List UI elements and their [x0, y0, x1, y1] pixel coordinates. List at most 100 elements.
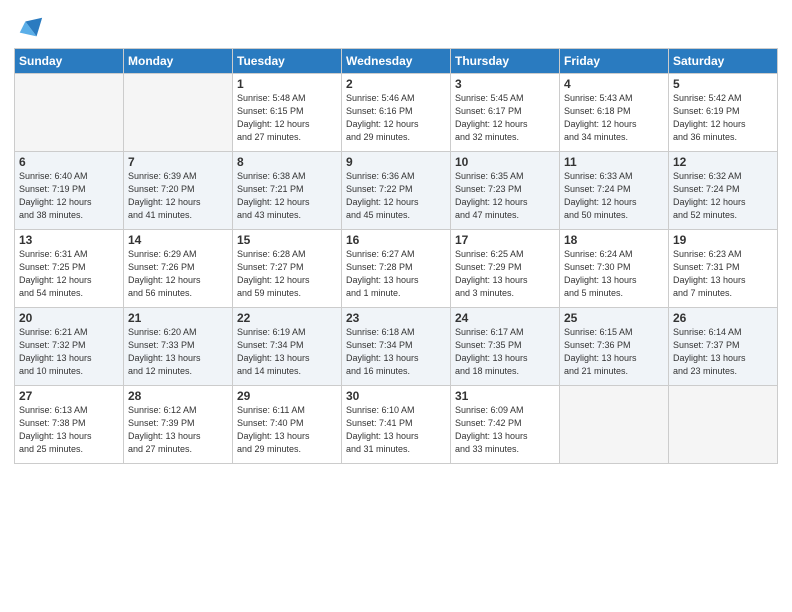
calendar-cell: 17Sunrise: 6:25 AM Sunset: 7:29 PM Dayli…: [451, 230, 560, 308]
day-info: Sunrise: 6:21 AM Sunset: 7:32 PM Dayligh…: [19, 326, 119, 378]
calendar-cell: 26Sunrise: 6:14 AM Sunset: 7:37 PM Dayli…: [669, 308, 778, 386]
calendar-week-row: 13Sunrise: 6:31 AM Sunset: 7:25 PM Dayli…: [15, 230, 778, 308]
day-number: 11: [564, 155, 664, 169]
day-number: 16: [346, 233, 446, 247]
calendar-cell: 25Sunrise: 6:15 AM Sunset: 7:36 PM Dayli…: [560, 308, 669, 386]
logo: [14, 14, 44, 42]
day-number: 21: [128, 311, 228, 325]
day-number: 9: [346, 155, 446, 169]
day-number: 1: [237, 77, 337, 91]
day-number: 2: [346, 77, 446, 91]
day-info: Sunrise: 6:24 AM Sunset: 7:30 PM Dayligh…: [564, 248, 664, 300]
calendar-cell: [560, 386, 669, 464]
day-info: Sunrise: 6:25 AM Sunset: 7:29 PM Dayligh…: [455, 248, 555, 300]
calendar-table: SundayMondayTuesdayWednesdayThursdayFrid…: [14, 48, 778, 464]
calendar-cell: 22Sunrise: 6:19 AM Sunset: 7:34 PM Dayli…: [233, 308, 342, 386]
page-header: [14, 10, 778, 42]
day-info: Sunrise: 6:13 AM Sunset: 7:38 PM Dayligh…: [19, 404, 119, 456]
calendar-cell: [669, 386, 778, 464]
calendar-cell: 19Sunrise: 6:23 AM Sunset: 7:31 PM Dayli…: [669, 230, 778, 308]
day-info: Sunrise: 6:09 AM Sunset: 7:42 PM Dayligh…: [455, 404, 555, 456]
day-info: Sunrise: 6:27 AM Sunset: 7:28 PM Dayligh…: [346, 248, 446, 300]
calendar-week-row: 27Sunrise: 6:13 AM Sunset: 7:38 PM Dayli…: [15, 386, 778, 464]
calendar-cell: 30Sunrise: 6:10 AM Sunset: 7:41 PM Dayli…: [342, 386, 451, 464]
calendar-header-monday: Monday: [124, 49, 233, 74]
day-info: Sunrise: 6:36 AM Sunset: 7:22 PM Dayligh…: [346, 170, 446, 222]
day-info: Sunrise: 6:28 AM Sunset: 7:27 PM Dayligh…: [237, 248, 337, 300]
day-number: 5: [673, 77, 773, 91]
calendar-cell: 13Sunrise: 6:31 AM Sunset: 7:25 PM Dayli…: [15, 230, 124, 308]
day-number: 7: [128, 155, 228, 169]
day-info: Sunrise: 6:20 AM Sunset: 7:33 PM Dayligh…: [128, 326, 228, 378]
calendar-cell: 28Sunrise: 6:12 AM Sunset: 7:39 PM Dayli…: [124, 386, 233, 464]
day-info: Sunrise: 5:42 AM Sunset: 6:19 PM Dayligh…: [673, 92, 773, 144]
calendar-header-row: SundayMondayTuesdayWednesdayThursdayFrid…: [15, 49, 778, 74]
calendar-cell: 15Sunrise: 6:28 AM Sunset: 7:27 PM Dayli…: [233, 230, 342, 308]
day-number: 13: [19, 233, 119, 247]
day-info: Sunrise: 6:18 AM Sunset: 7:34 PM Dayligh…: [346, 326, 446, 378]
calendar-cell: 10Sunrise: 6:35 AM Sunset: 7:23 PM Dayli…: [451, 152, 560, 230]
day-info: Sunrise: 5:46 AM Sunset: 6:16 PM Dayligh…: [346, 92, 446, 144]
calendar-cell: 23Sunrise: 6:18 AM Sunset: 7:34 PM Dayli…: [342, 308, 451, 386]
day-info: Sunrise: 6:40 AM Sunset: 7:19 PM Dayligh…: [19, 170, 119, 222]
calendar-cell: 2Sunrise: 5:46 AM Sunset: 6:16 PM Daylig…: [342, 74, 451, 152]
calendar-cell: [15, 74, 124, 152]
day-info: Sunrise: 5:45 AM Sunset: 6:17 PM Dayligh…: [455, 92, 555, 144]
calendar-header-wednesday: Wednesday: [342, 49, 451, 74]
calendar-header-saturday: Saturday: [669, 49, 778, 74]
calendar-cell: 18Sunrise: 6:24 AM Sunset: 7:30 PM Dayli…: [560, 230, 669, 308]
day-number: 3: [455, 77, 555, 91]
day-number: 12: [673, 155, 773, 169]
day-number: 10: [455, 155, 555, 169]
day-number: 6: [19, 155, 119, 169]
day-info: Sunrise: 6:12 AM Sunset: 7:39 PM Dayligh…: [128, 404, 228, 456]
calendar-cell: 3Sunrise: 5:45 AM Sunset: 6:17 PM Daylig…: [451, 74, 560, 152]
calendar-cell: 31Sunrise: 6:09 AM Sunset: 7:42 PM Dayli…: [451, 386, 560, 464]
day-info: Sunrise: 6:33 AM Sunset: 7:24 PM Dayligh…: [564, 170, 664, 222]
day-info: Sunrise: 6:14 AM Sunset: 7:37 PM Dayligh…: [673, 326, 773, 378]
day-number: 20: [19, 311, 119, 325]
calendar-header-thursday: Thursday: [451, 49, 560, 74]
logo-icon: [16, 14, 44, 42]
day-info: Sunrise: 6:32 AM Sunset: 7:24 PM Dayligh…: [673, 170, 773, 222]
calendar-cell: 11Sunrise: 6:33 AM Sunset: 7:24 PM Dayli…: [560, 152, 669, 230]
day-number: 28: [128, 389, 228, 403]
calendar-cell: [124, 74, 233, 152]
day-number: 30: [346, 389, 446, 403]
calendar-cell: 9Sunrise: 6:36 AM Sunset: 7:22 PM Daylig…: [342, 152, 451, 230]
calendar-cell: 21Sunrise: 6:20 AM Sunset: 7:33 PM Dayli…: [124, 308, 233, 386]
day-info: Sunrise: 6:19 AM Sunset: 7:34 PM Dayligh…: [237, 326, 337, 378]
day-info: Sunrise: 6:29 AM Sunset: 7:26 PM Dayligh…: [128, 248, 228, 300]
day-info: Sunrise: 6:23 AM Sunset: 7:31 PM Dayligh…: [673, 248, 773, 300]
day-info: Sunrise: 6:35 AM Sunset: 7:23 PM Dayligh…: [455, 170, 555, 222]
day-number: 8: [237, 155, 337, 169]
calendar-cell: 16Sunrise: 6:27 AM Sunset: 7:28 PM Dayli…: [342, 230, 451, 308]
day-number: 19: [673, 233, 773, 247]
calendar-cell: 5Sunrise: 5:42 AM Sunset: 6:19 PM Daylig…: [669, 74, 778, 152]
day-info: Sunrise: 6:17 AM Sunset: 7:35 PM Dayligh…: [455, 326, 555, 378]
calendar-cell: 6Sunrise: 6:40 AM Sunset: 7:19 PM Daylig…: [15, 152, 124, 230]
page-container: SundayMondayTuesdayWednesdayThursdayFrid…: [0, 0, 792, 474]
calendar-cell: 27Sunrise: 6:13 AM Sunset: 7:38 PM Dayli…: [15, 386, 124, 464]
day-number: 24: [455, 311, 555, 325]
calendar-cell: 7Sunrise: 6:39 AM Sunset: 7:20 PM Daylig…: [124, 152, 233, 230]
calendar-cell: 8Sunrise: 6:38 AM Sunset: 7:21 PM Daylig…: [233, 152, 342, 230]
calendar-cell: 29Sunrise: 6:11 AM Sunset: 7:40 PM Dayli…: [233, 386, 342, 464]
calendar-cell: 14Sunrise: 6:29 AM Sunset: 7:26 PM Dayli…: [124, 230, 233, 308]
day-number: 23: [346, 311, 446, 325]
calendar-cell: 24Sunrise: 6:17 AM Sunset: 7:35 PM Dayli…: [451, 308, 560, 386]
day-number: 26: [673, 311, 773, 325]
day-info: Sunrise: 6:38 AM Sunset: 7:21 PM Dayligh…: [237, 170, 337, 222]
day-number: 18: [564, 233, 664, 247]
day-number: 14: [128, 233, 228, 247]
calendar-header-friday: Friday: [560, 49, 669, 74]
day-info: Sunrise: 5:43 AM Sunset: 6:18 PM Dayligh…: [564, 92, 664, 144]
day-number: 27: [19, 389, 119, 403]
day-info: Sunrise: 6:11 AM Sunset: 7:40 PM Dayligh…: [237, 404, 337, 456]
day-number: 29: [237, 389, 337, 403]
day-info: Sunrise: 6:10 AM Sunset: 7:41 PM Dayligh…: [346, 404, 446, 456]
day-info: Sunrise: 5:48 AM Sunset: 6:15 PM Dayligh…: [237, 92, 337, 144]
calendar-cell: 4Sunrise: 5:43 AM Sunset: 6:18 PM Daylig…: [560, 74, 669, 152]
day-info: Sunrise: 6:31 AM Sunset: 7:25 PM Dayligh…: [19, 248, 119, 300]
calendar-cell: 12Sunrise: 6:32 AM Sunset: 7:24 PM Dayli…: [669, 152, 778, 230]
